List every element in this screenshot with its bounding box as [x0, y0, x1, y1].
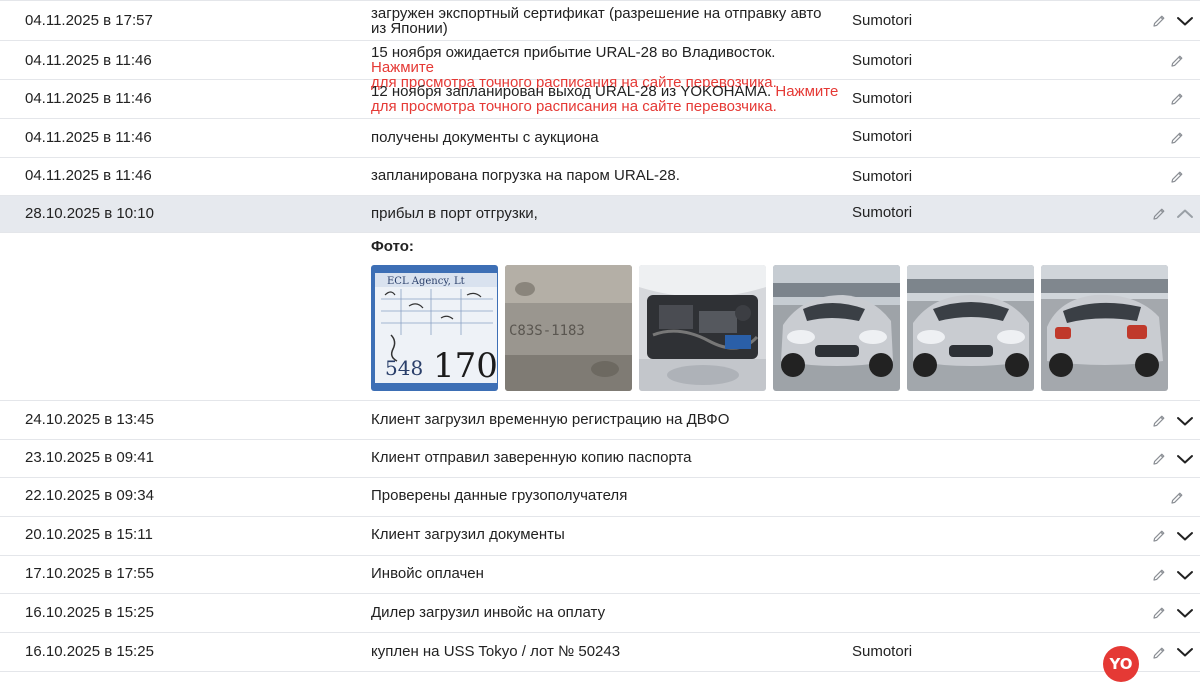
chevron-up-icon[interactable]: [1176, 208, 1194, 220]
pencil-icon[interactable]: [1169, 130, 1185, 146]
history-row: 16.10.2025 в 15:25 Дилер загрузил инвойс…: [0, 594, 1200, 633]
row-description: Дилер загрузил инвойс на оплату: [371, 604, 606, 621]
row-description: прибыл в порт отгрузки,: [371, 205, 538, 222]
row-date: 16.10.2025 в 15:25: [25, 643, 154, 660]
pencil-icon[interactable]: [1151, 528, 1167, 544]
pencil-icon[interactable]: [1151, 451, 1167, 467]
pencil-icon[interactable]: [1151, 13, 1167, 29]
pencil-icon[interactable]: [1169, 91, 1185, 107]
history-row: 04.11.2025 в 11:46 15 ноября ожидается п…: [0, 41, 1200, 90]
carrier-schedule-link[interactable]: Нажмите: [775, 83, 838, 100]
row-description: запланирована погрузка на паром URAL-28.: [371, 167, 680, 184]
svg-text:170: 170: [433, 346, 498, 386]
row-date: 16.10.2025 в 15:25: [25, 604, 154, 621]
chevron-down-icon[interactable]: [1176, 569, 1194, 581]
history-row: 20.10.2025 в 15:11 Клиент загрузил докум…: [0, 517, 1200, 556]
row-author: Sumotori: [852, 643, 913, 660]
row-description: Проверены данные грузополучателя: [371, 487, 628, 504]
row-date: 23.10.2025 в 09:41: [25, 449, 154, 466]
row-date: 20.10.2025 в 15:11: [25, 526, 153, 543]
pencil-icon[interactable]: [1151, 605, 1167, 621]
row-author: Sumotori: [852, 168, 913, 185]
row-description: получены документы с аукциона: [371, 129, 599, 146]
engine-bay-photo[interactable]: [639, 265, 766, 391]
row-author: Sumotori: [852, 52, 913, 69]
history-row: 04.11.2025 в 11:46 получены документы с …: [0, 119, 1200, 158]
row-author: Sumotori: [852, 204, 913, 221]
chassis-number-photo[interactable]: C83S-1183: [505, 265, 632, 391]
pencil-icon[interactable]: [1151, 413, 1167, 429]
auction-sheet-photo[interactable]: ECL Agency, Lt 548 170: [371, 265, 498, 391]
row-date: 28.10.2025 в 10:10: [25, 205, 154, 222]
chevron-down-icon[interactable]: [1176, 646, 1194, 658]
svg-text:548: 548: [385, 356, 423, 380]
history-row: 16.10.2025 в 15:25 куплен на USS Tokyo /…: [0, 633, 1200, 672]
row-description: Инвойс оплачен: [371, 565, 484, 582]
row-description: 12 ноября запланирован выход URAL-28 из …: [371, 83, 839, 115]
chevron-down-icon[interactable]: [1176, 415, 1194, 427]
pencil-icon[interactable]: [1151, 645, 1167, 661]
row-date: 22.10.2025 в 09:34: [25, 487, 154, 504]
carrier-schedule-link[interactable]: для просмотра точного расписания на сайт…: [371, 98, 777, 115]
svg-text:ECL Agency, Lt: ECL Agency, Lt: [387, 276, 465, 287]
row-date: 24.10.2025 в 13:45: [25, 411, 154, 428]
history-row: 04.11.2025 в 17:57 загружен экспортный с…: [0, 1, 1200, 41]
pencil-icon[interactable]: [1151, 567, 1167, 583]
chevron-down-icon[interactable]: [1176, 15, 1194, 27]
row-description: куплен на USS Tokyo / лот № 50243: [371, 643, 621, 660]
row-author: Sumotori: [852, 128, 913, 145]
pencil-icon[interactable]: [1169, 169, 1185, 185]
row-description: Клиент загрузил документы: [371, 526, 565, 543]
photo-section: Фото: ECL Agency, Lt 548 170 C83S-1183: [0, 233, 1200, 401]
car-front-right-photo[interactable]: [907, 265, 1034, 391]
row-date: 04.11.2025 в 17:57: [25, 12, 153, 29]
row-date: 04.11.2025 в 11:46: [25, 52, 152, 69]
car-rear-photo[interactable]: [1041, 265, 1168, 391]
row-description: Клиент отправил заверенную копию паспорт…: [371, 449, 692, 466]
chevron-down-icon[interactable]: [1176, 607, 1194, 619]
history-row-expanded[interactable]: 28.10.2025 в 10:10 прибыл в порт отгрузк…: [0, 196, 1200, 233]
row-description: Клиент загрузил временную регистрацию на…: [371, 411, 730, 428]
pencil-icon[interactable]: [1151, 206, 1167, 222]
history-row: 04.11.2025 в 11:46 12 ноября запланирова…: [0, 80, 1200, 119]
history-row: 04.11.2025 в 11:46 запланирована погрузк…: [0, 158, 1200, 196]
chevron-down-icon[interactable]: [1176, 453, 1194, 465]
row-date: 04.11.2025 в 11:46: [25, 167, 152, 184]
yo-widget-button[interactable]: YO: [1103, 646, 1139, 682]
row-date: 04.11.2025 в 11:46: [25, 129, 152, 146]
row-description: загружен экспортный сертификат (разрешен…: [371, 5, 822, 37]
row-date: 17.10.2025 в 17:55: [25, 565, 154, 582]
chevron-down-icon[interactable]: [1176, 530, 1194, 542]
photo-label: Фото:: [371, 238, 414, 255]
history-row: 24.10.2025 в 13:45 Клиент загрузил време…: [0, 401, 1200, 440]
row-author: Sumotori: [852, 90, 913, 107]
history-row: 23.10.2025 в 09:41 Клиент отправил завер…: [0, 440, 1200, 478]
row-date: 04.11.2025 в 11:46: [25, 90, 152, 107]
car-front-left-photo[interactable]: [773, 265, 900, 391]
history-row: 22.10.2025 в 09:34 Проверены данные груз…: [0, 478, 1200, 517]
history-table: 04.11.2025 в 17:57 загружен экспортный с…: [0, 0, 1200, 672]
pencil-icon[interactable]: [1169, 490, 1185, 506]
history-row: 17.10.2025 в 17:55 Инвойс оплачен: [0, 556, 1200, 594]
row-author: Sumotori: [852, 12, 913, 29]
pencil-icon[interactable]: [1169, 53, 1185, 69]
svg-text:C83S-1183: C83S-1183: [509, 323, 585, 339]
